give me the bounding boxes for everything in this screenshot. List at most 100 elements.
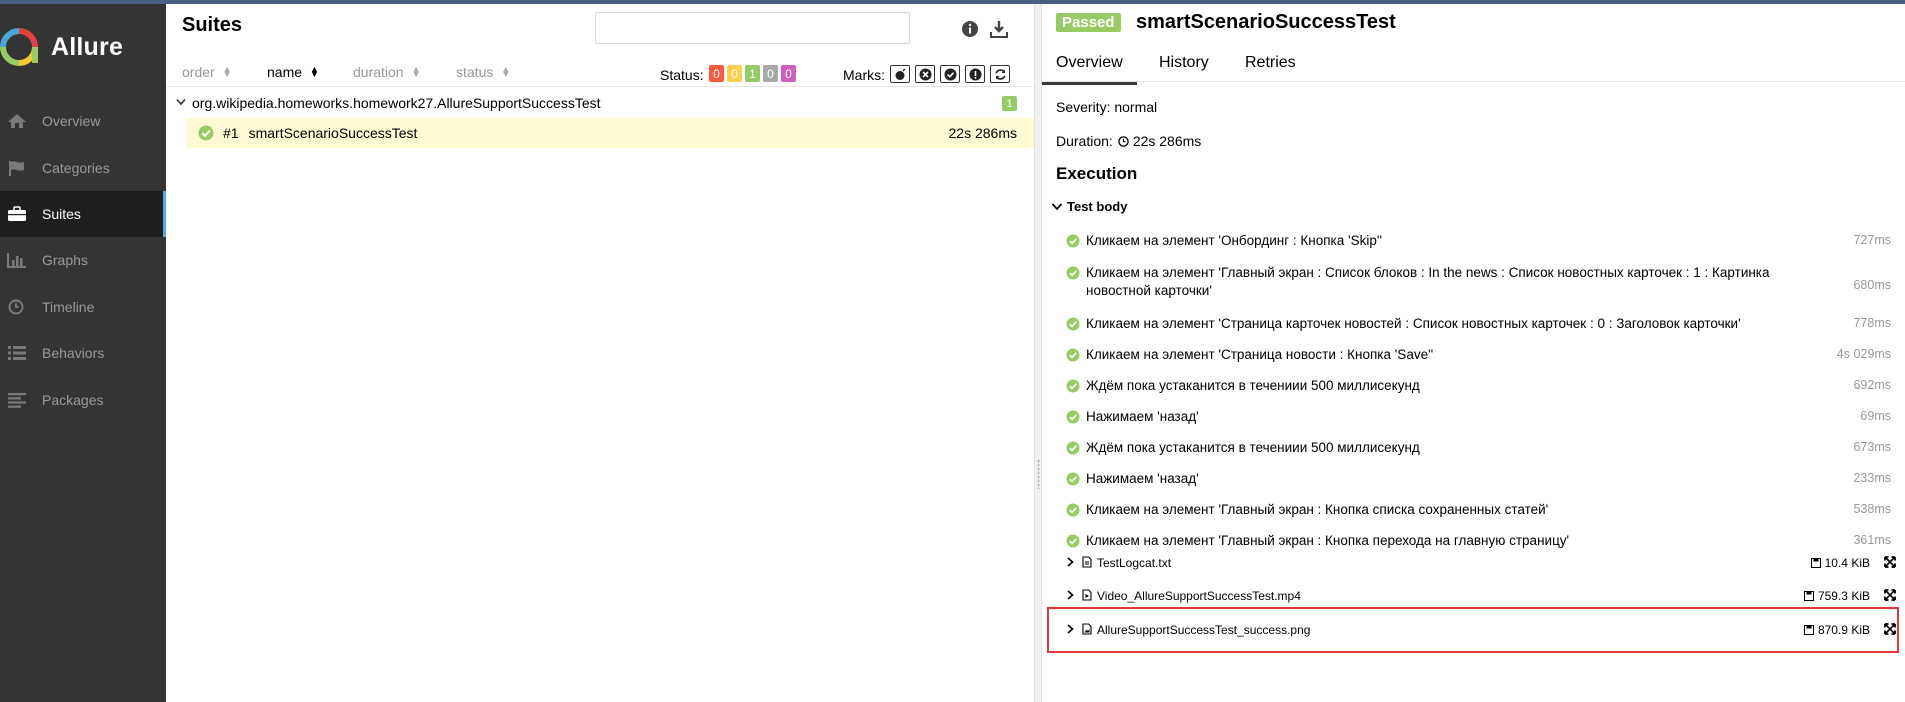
tab-retries[interactable]: Retries — [1245, 54, 1296, 72]
save-icon — [1803, 591, 1814, 601]
sidebar-item-packages[interactable]: Packages — [0, 376, 166, 422]
attachment-row[interactable]: Video_AllureSupportSuccessTest.mp4 759.3… — [1066, 584, 1902, 608]
allure-logo-icon — [0, 28, 38, 66]
clock-icon — [6, 298, 28, 316]
sidebar-item-label: Suites — [42, 205, 81, 222]
check-circle-icon — [1066, 234, 1080, 248]
step-text: Кликаем на элемент 'Главный экран : Спис… — [1086, 265, 1770, 298]
tab-overview[interactable]: Overview — [1042, 54, 1137, 85]
suite-group-row[interactable]: org.wikipedia.homeworks.homework27.Allur… — [166, 90, 1034, 116]
check-circle-icon — [1066, 534, 1080, 548]
step-row[interactable]: Кликаем на элемент 'Главный экран : Кноп… — [1066, 501, 1897, 519]
mark-new-failed-button[interactable] — [915, 65, 935, 83]
test-body-toggle[interactable]: Test body — [1051, 199, 1127, 214]
attachment-size-value: 10.4 KiB — [1824, 556, 1870, 570]
chevron-down-icon — [1051, 203, 1063, 211]
test-duration: 22s 286ms — [948, 125, 1017, 141]
step-duration: 233ms — [1853, 471, 1891, 485]
mark-retries-button[interactable] — [990, 65, 1010, 83]
sort-status[interactable]: status ▲ ▼ — [456, 64, 510, 80]
info-button[interactable] — [959, 18, 981, 40]
expand-icon[interactable] — [1884, 588, 1896, 604]
status-filter-skipped[interactable]: 0 — [763, 65, 778, 82]
sidebar-item-graphs[interactable]: Graphs — [0, 237, 166, 283]
sidebar-item-overview[interactable]: Overview — [0, 98, 166, 144]
step-row[interactable]: Кликаем на элемент 'Главный экран : Кноп… — [1066, 532, 1897, 550]
status-badge: Passed — [1056, 13, 1121, 32]
step-row[interactable]: Кликаем на элемент 'Онбординг : Кнопка '… — [1066, 232, 1897, 250]
sidebar-item-behaviors[interactable]: Behaviors — [0, 330, 166, 376]
test-detail-pane: Passed smartScenarioSuccessTest Overview… — [1042, 4, 1905, 702]
mark-new-passed-button[interactable] — [940, 65, 960, 83]
download-icon — [990, 21, 1008, 38]
test-name: smartScenarioSuccessTest — [248, 125, 418, 141]
check-circle-icon — [1066, 503, 1080, 517]
briefcase-icon — [6, 205, 28, 223]
sort-duration-label: duration — [353, 64, 404, 80]
step-row[interactable]: Кликаем на элемент 'Главный экран : Спис… — [1066, 264, 1897, 300]
step-duration: 692ms — [1853, 378, 1891, 392]
step-row[interactable]: Ждём пока устаканится в течениии 500 мил… — [1066, 377, 1897, 395]
tab-history[interactable]: History — [1159, 54, 1209, 72]
list-icon — [6, 344, 28, 362]
mark-new-broken-button[interactable] — [965, 65, 985, 83]
expand-icon[interactable] — [1884, 555, 1896, 571]
sort-order[interactable]: order ▲ ▼ — [182, 64, 232, 80]
pane-splitter[interactable] — [1034, 4, 1042, 702]
test-title: smartScenarioSuccessTest — [1136, 11, 1396, 33]
attachment-name: TestLogcat.txt — [1097, 556, 1172, 570]
sort-arrows-icon: ▲ ▼ — [222, 64, 232, 79]
step-duration: 778ms — [1853, 316, 1891, 330]
sidebar-item-timeline[interactable]: Timeline — [0, 284, 166, 330]
step-row[interactable]: Нажимаем 'назад' 233ms — [1066, 470, 1897, 488]
step-duration: 4s 029ms — [1836, 347, 1891, 361]
sort-arrows-icon: ▲ ▼ — [310, 64, 319, 79]
sort-duration[interactable]: duration ▲ ▼ — [353, 64, 421, 80]
step-row[interactable]: Ждём пока устаканится в течениии 500 мил… — [1066, 439, 1897, 457]
attachment-row[interactable]: TestLogcat.txt 10.4 KiB — [1066, 551, 1902, 575]
duration-label: Duration: — [1056, 133, 1113, 149]
status-filter-label: Status: — [660, 67, 704, 83]
step-row[interactable]: Нажимаем 'назад' 69ms — [1066, 408, 1897, 426]
suites-pane: Suites order ▲ ▼ name ▲ ▼ duration ▲ ▼ stat… — [166, 4, 1034, 702]
sidebar-item-label: Timeline — [42, 298, 95, 315]
info-icon — [962, 21, 978, 37]
sort-name[interactable]: name ▲ ▼ — [267, 64, 319, 80]
status-filter-failed[interactable]: 0 — [709, 65, 724, 82]
suite-group-count: 1 — [1002, 96, 1017, 111]
step-duration: 727ms — [1853, 233, 1891, 247]
download-button[interactable] — [988, 18, 1010, 40]
duration-row: Duration: 22s 286ms — [1056, 133, 1201, 149]
duration-value: 22s 286ms — [1132, 133, 1202, 149]
step-duration: 538ms — [1853, 502, 1891, 516]
home-icon — [6, 112, 28, 130]
search-input[interactable] — [595, 12, 910, 44]
step-duration: 69ms — [1860, 409, 1891, 423]
sidebar-item-label: Graphs — [42, 252, 88, 269]
status-filter-broken[interactable]: 0 — [727, 65, 742, 82]
step-row[interactable]: Кликаем на элемент 'Страница новости : К… — [1066, 346, 1897, 364]
status-filter-unknown[interactable]: 0 — [781, 65, 796, 82]
brand[interactable]: Allure — [0, 22, 123, 72]
sort-arrows-icon: ▲ ▼ — [501, 64, 511, 79]
attachment-name: Video_AllureSupportSuccessTest.mp4 — [1097, 589, 1301, 603]
times-circle-icon — [919, 68, 931, 80]
severity-text: Severity: normal — [1056, 99, 1158, 115]
chevron-down-icon — [176, 97, 186, 109]
splitter-grip-icon — [1037, 459, 1040, 489]
step-text: Кликаем на элемент 'Онбординг : Кнопка '… — [1086, 233, 1383, 248]
sort-bar: order ▲ ▼ name ▲ ▼ duration ▲ ▼ status ▲ ▼ S… — [166, 57, 1034, 87]
step-row[interactable]: Кликаем на элемент 'Страница карточек но… — [1066, 315, 1897, 333]
sidebar-item-categories[interactable]: Categories — [0, 144, 166, 190]
sidebar-item-label: Overview — [42, 113, 101, 130]
step-text: Кликаем на элемент 'Страница новости : К… — [1086, 347, 1434, 362]
chevron-right-icon — [1066, 589, 1076, 603]
status-filter-passed[interactable]: 1 — [745, 65, 760, 82]
highlight-box — [1047, 607, 1899, 653]
mark-flaky-button[interactable] — [890, 65, 910, 83]
sidebar: Allure Overview Categories Suites Graphs — [0, 4, 166, 702]
save-icon — [1810, 558, 1821, 568]
test-row[interactable]: #1 smartScenarioSuccessTest 22s 286ms — [187, 118, 1034, 148]
sidebar-item-suites[interactable]: Suites — [0, 190, 166, 238]
check-circle-icon — [1066, 379, 1080, 393]
